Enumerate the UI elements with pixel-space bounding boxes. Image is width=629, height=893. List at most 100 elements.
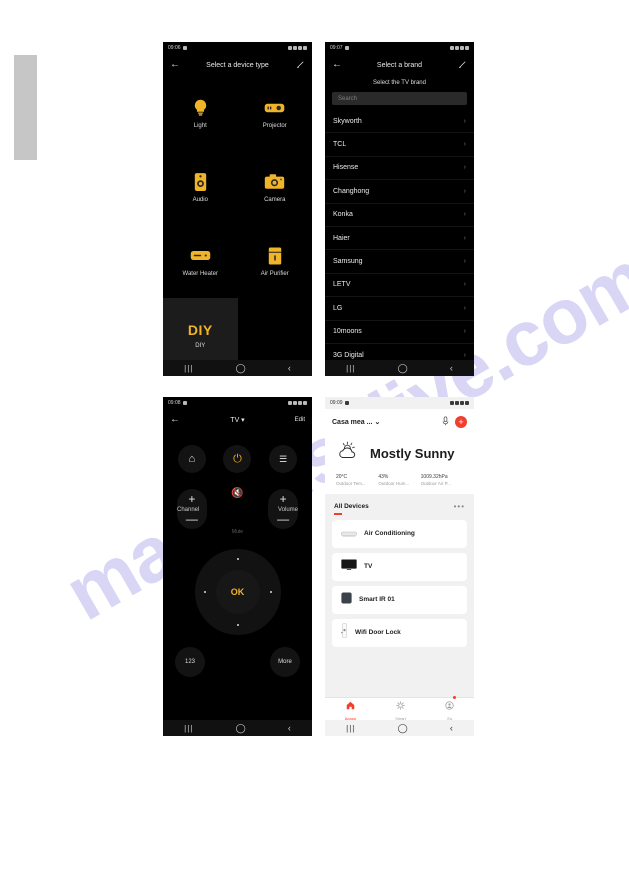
home-actions: + [442,413,467,431]
chevron-right-icon: › [463,211,466,219]
remote-bottom-row: 123 More [163,635,312,677]
weather-stat: 1009.32hPa Outdoor Air P... [421,474,463,486]
ok-button[interactable]: OK [215,570,260,614]
back-arrow-icon[interactable]: ← [170,415,184,425]
list-item[interactable]: TCL › [325,133,474,157]
stat-value: 20°C [336,474,348,480]
tile-label: Air Purifier [260,270,289,277]
list-item[interactable]: Changhong › [325,180,474,204]
recents-button[interactable]: ||| [346,724,355,733]
brand-name: 3G Digital [333,351,364,359]
tab-smart[interactable]: Smart [395,697,406,721]
recents-button[interactable]: ||| [346,364,355,373]
home-button[interactable]: ◯ [398,723,408,734]
stat-label: Outdoor Tem... [336,481,366,486]
search-input[interactable]: Search [332,92,467,105]
channel-down-button[interactable]: — [186,513,198,525]
back-button[interactable]: ‹ [450,363,453,373]
all-devices-label[interactable]: All Devices [334,503,369,510]
status-bar: 09:08 [163,397,312,409]
list-item[interactable]: Air Conditioning [332,519,467,548]
status-indicators [450,46,469,50]
back-button[interactable]: ‹ [288,363,291,373]
power-button[interactable]: ⏻ [223,445,252,473]
phone-screenshot-tv-remote: 09:08 ← TV ▾ Edit ⌂ ⏻ ☰ + — Channel 🔇 Mu… [163,397,312,736]
list-item[interactable]: Hisense › [325,157,474,181]
list-item[interactable]: Skyworth › [325,110,474,134]
phone-screenshot-device-type: 09:06 ← Select a device type Light Proje… [163,42,312,376]
back-button[interactable]: ‹ [450,723,453,733]
home-selector[interactable]: Casa mea ... ⌄ [332,418,380,427]
weather-stat: 20°C Outdoor Tem... [336,474,378,486]
home-header-panel: Casa mea ... ⌄ + Mostly Sunny 20°C Outdo… [325,409,474,494]
volume-down-button[interactable]: — [277,513,289,525]
tile-air-purifier[interactable]: Air Purifier [238,224,313,298]
numeric-keypad-button[interactable]: 123 [175,647,205,677]
screenshot-icon [182,46,187,50]
list-item[interactable]: Samsung › [325,250,474,274]
light-bulb-icon [192,98,209,118]
channel-up-button[interactable]: + [188,493,195,505]
list-item[interactable]: TV [332,552,467,581]
tile-projector[interactable]: Projector [238,76,313,150]
tab-home[interactable]: Acasa [345,697,356,721]
recents-button[interactable]: ||| [184,364,193,373]
all-devices-header: All Devices ••• [325,494,474,513]
list-item[interactable]: Konka › [325,204,474,227]
chevron-right-icon: › [463,258,466,266]
sun-cloud-icon [336,440,362,467]
remote-title[interactable]: TV ▾ [184,416,291,424]
tile-label: Water Heater [182,270,218,277]
menu-icon: ☰ [279,453,288,464]
dpad-left-icon[interactable] [203,591,206,593]
dpad-down-icon[interactable] [236,624,239,626]
tab-profile[interactable]: Eu [445,696,457,721]
air-purifier-icon [268,246,282,266]
mute-control[interactable]: 🔇 Mute [222,483,252,535]
volume-up-button[interactable]: + [280,493,287,505]
list-item[interactable]: LETV › [325,274,474,298]
list-item[interactable]: Wifi Door Lock [332,618,467,647]
device-name: Air Conditioning [364,530,415,537]
more-button[interactable]: More [270,647,300,677]
mute-label: Mute [231,529,244,535]
more-options-icon[interactable]: ••• [454,502,465,511]
page-title: Select a brand [376,61,423,69]
remote-mid-row: + — Channel 🔇 Mute + — Volume [163,473,312,535]
tile-light[interactable]: Light [163,76,238,150]
active-tab-underline [334,513,342,515]
channel-control: + — Channel [176,489,207,529]
home-button[interactable]: ◯ [236,723,246,734]
tile-audio[interactable]: Audio [163,150,238,224]
pencil-icon[interactable] [291,60,305,71]
dpad[interactable]: OK [194,549,281,635]
recents-button[interactable]: ||| [184,724,193,733]
device-type-grid: Light Projector Audio Camera Water Heate… [163,76,312,372]
home-screen: 09:09 Casa mea ... ⌄ + Mostly Sunny 20°C… [325,397,474,736]
add-device-button[interactable]: + [455,416,467,428]
menu-button[interactable]: ☰ [269,445,298,473]
dpad-up-icon[interactable] [236,558,239,560]
edit-button[interactable]: Edit [291,417,305,423]
brand-name: Samsung [333,258,363,266]
notification-badge [453,696,457,699]
back-arrow-icon[interactable]: ← [170,60,184,70]
tile-camera[interactable]: Camera [238,150,313,224]
microphone-icon[interactable] [442,413,449,431]
list-item[interactable]: Haier › [325,227,474,251]
home-button[interactable]: ⌂ [177,445,206,473]
home-button[interactable]: ◯ [398,363,408,374]
phone-screenshot-brand-list: 09:07 ← Select a brand Select the TV bra… [325,42,474,376]
back-button[interactable]: ‹ [288,723,291,733]
chevron-right-icon: › [463,234,466,242]
dpad-right-icon[interactable] [269,591,272,593]
home-button[interactable]: ◯ [236,363,246,374]
stat-value: 1009.32hPa [420,474,448,480]
list-item[interactable]: Smart IR 01 [332,585,467,614]
tile-water-heater[interactable]: Water Heater [163,224,238,298]
status-time: 09:06 [168,45,181,51]
list-item[interactable]: 10moons › [325,321,474,344]
back-arrow-icon[interactable]: ← [332,60,346,70]
list-item[interactable]: LG › [325,297,474,321]
pencil-icon[interactable] [453,60,467,71]
